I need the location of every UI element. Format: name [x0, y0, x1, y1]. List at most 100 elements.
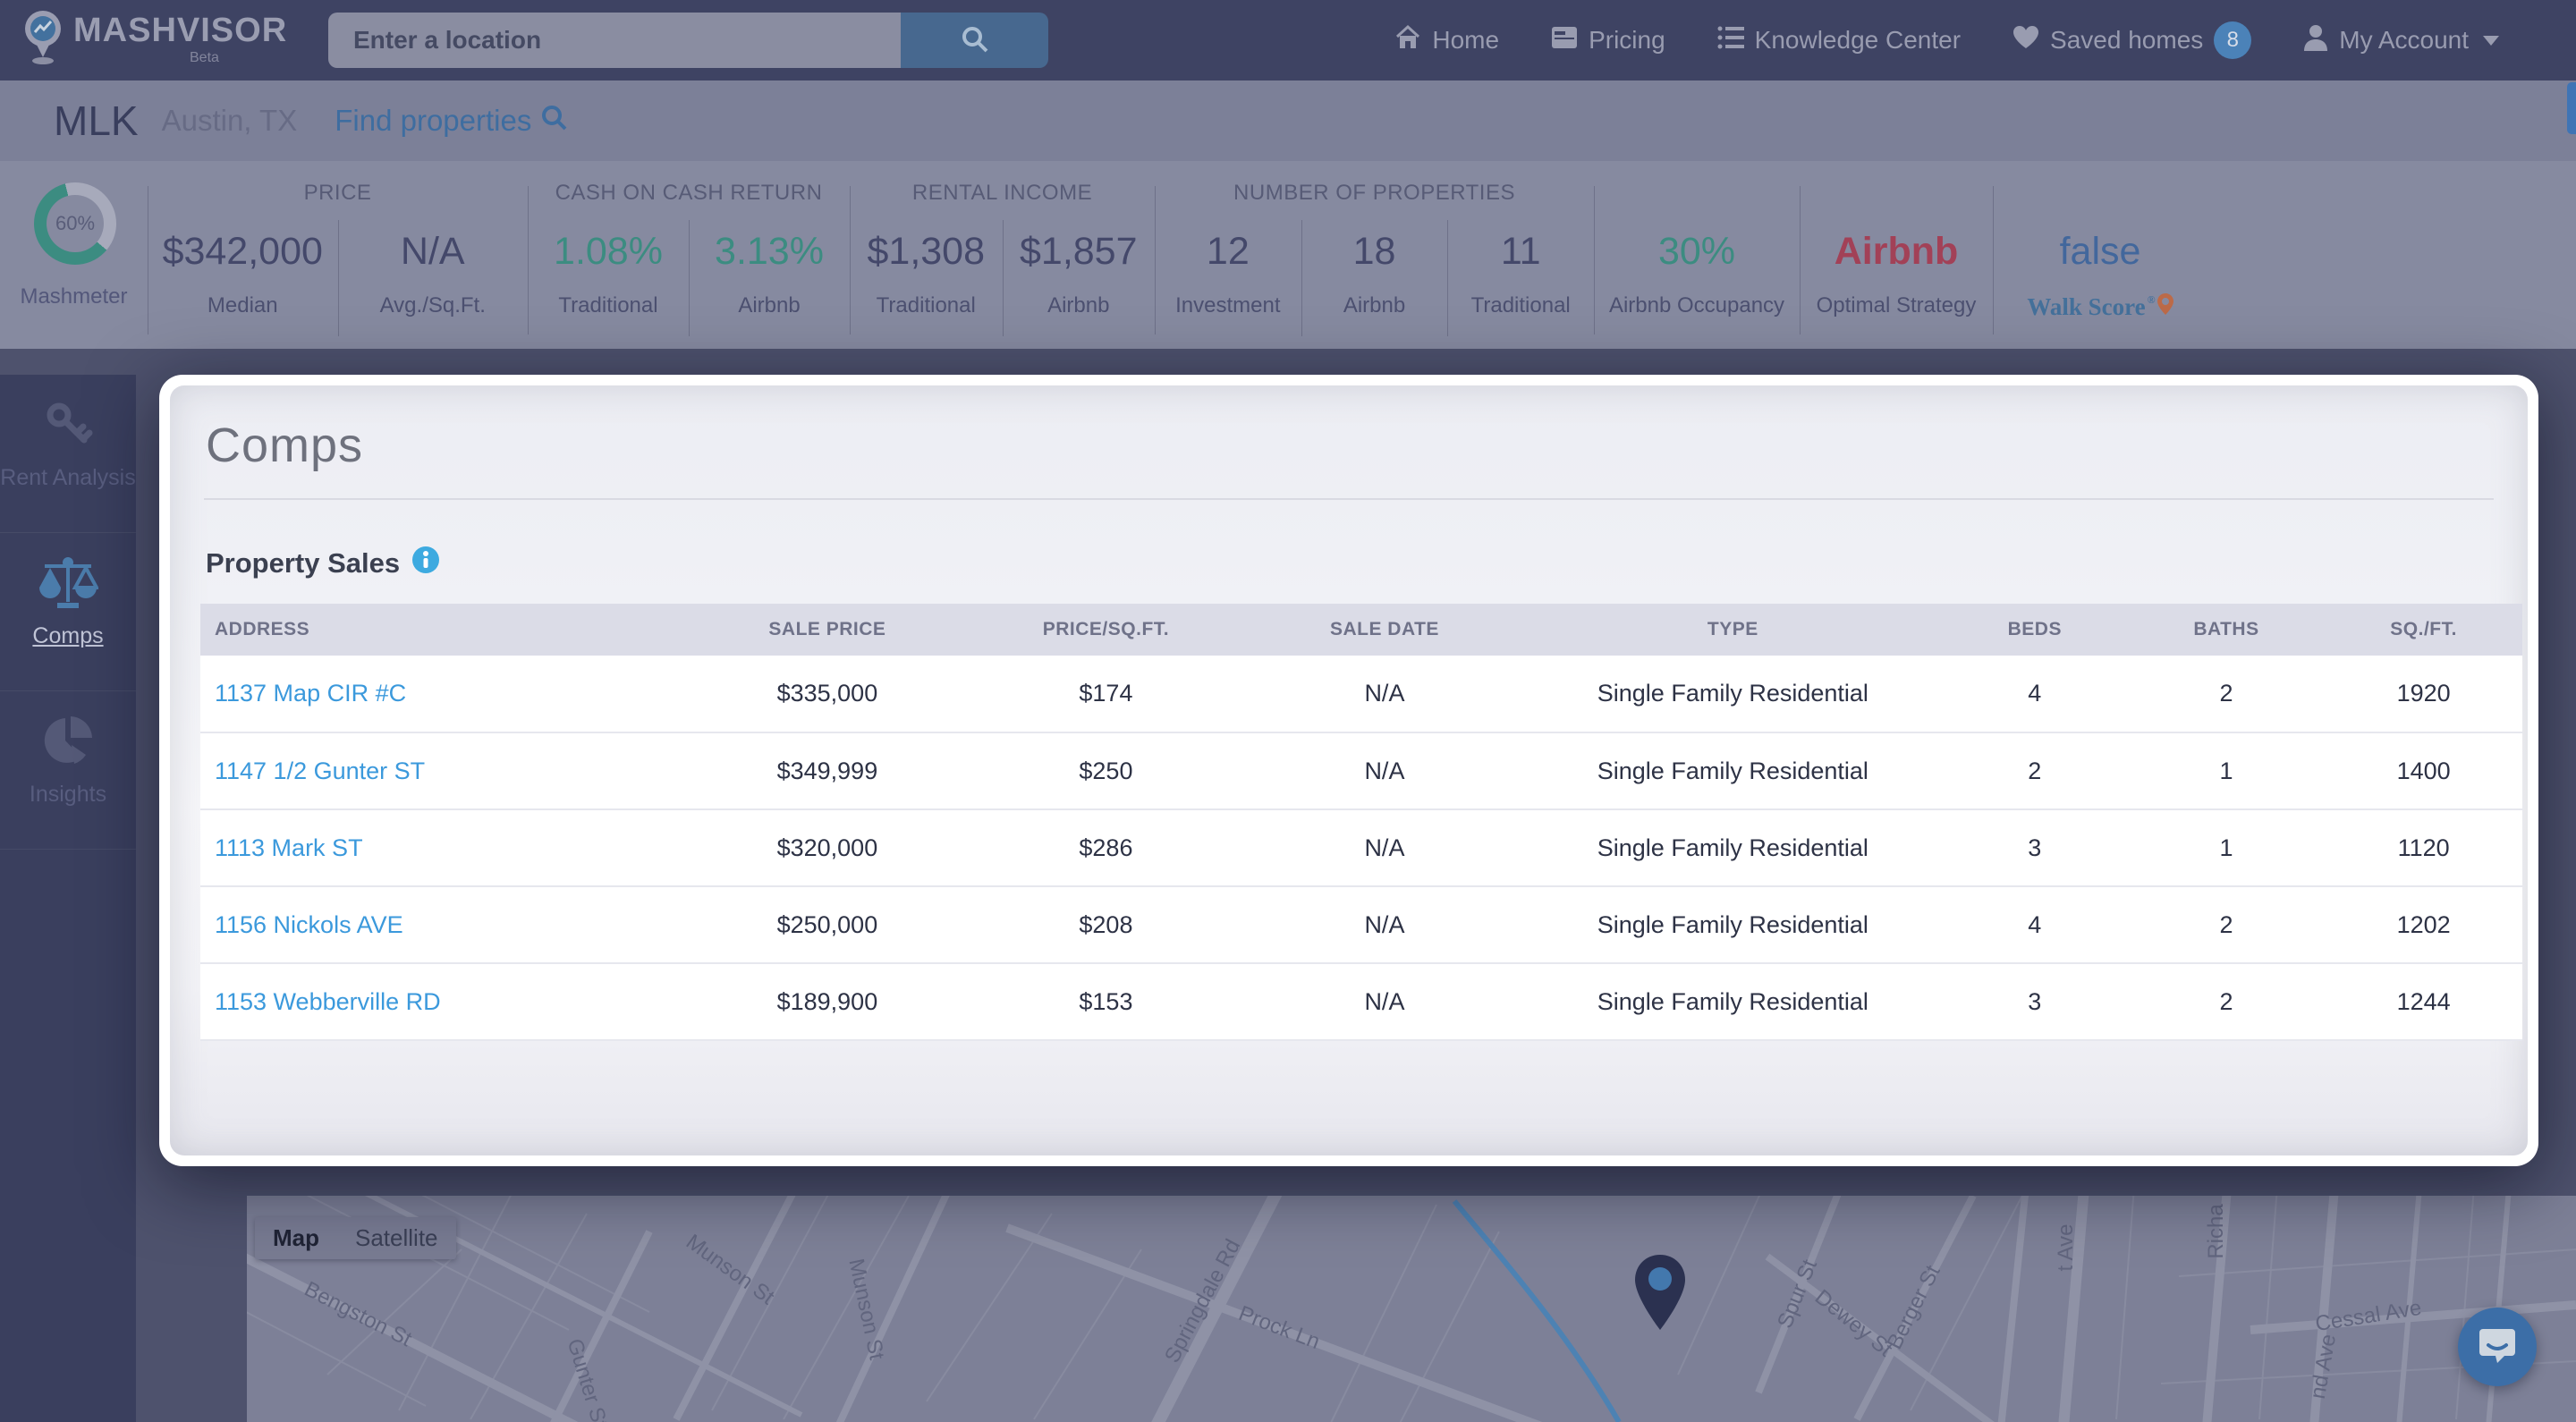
nav-item-label: Saved homes — [2050, 26, 2204, 54]
stat-label: Avg./Sq.Ft. — [379, 293, 486, 317]
stat-value: 18 — [1352, 229, 1396, 273]
chat-bubble-icon — [2478, 1325, 2517, 1369]
heart-icon — [2012, 25, 2039, 56]
logo-pin-icon — [25, 9, 61, 64]
stat-value: $342,000 — [162, 229, 323, 273]
page-scrollbar-thumb[interactable] — [2567, 82, 2576, 134]
saved-homes-count-badge: 8 — [2214, 21, 2252, 59]
street-label: Richa — [2204, 1204, 2228, 1259]
property-address-link[interactable]: 1137 Map CIR #C — [215, 680, 406, 707]
neighborhood-header: MLK Austin, TX Find properties — [0, 80, 2576, 161]
nav-item-label: Pricing — [1589, 26, 1665, 54]
logo-wordmark: MASHVISOR — [73, 12, 288, 49]
stat-value: false — [2059, 229, 2141, 273]
location-pin-icon[interactable] — [1635, 1255, 1685, 1330]
sidebar-item-label: Rent Analysis — [0, 465, 136, 490]
col-sqft: SQ./FT. — [2325, 604, 2522, 656]
col-sale-date: SALE DATE — [1245, 604, 1524, 656]
nav-item-pricing[interactable]: Pricing — [1551, 26, 1665, 55]
search-icon — [540, 104, 567, 138]
sidebar-item-insights[interactable]: Insights — [0, 691, 136, 850]
key-icon — [41, 396, 95, 452]
mashmeter-value: 60% — [55, 212, 96, 234]
col-beds: BEDS — [1941, 604, 2128, 656]
mashvisor-app: MASHVISOR Beta Home Pricing — [0, 0, 2576, 1422]
page-location: Austin, TX — [161, 104, 298, 137]
logo-beta-tag: Beta — [190, 50, 219, 65]
table-row: 1153 Webberville RD $189,900 $153 N/A Si… — [200, 963, 2522, 1041]
col-baths: BATHS — [2127, 604, 2326, 656]
chevron-down-icon — [2483, 35, 2499, 46]
left-sidebar: Rent Analysis Comps Insights — [0, 375, 136, 1422]
property-address-link[interactable]: 1147 1/2 Gunter ST — [215, 758, 425, 784]
table-row: 1147 1/2 Gunter ST $349,999 $250 N/A Sin… — [200, 732, 2522, 810]
walk-score-logo[interactable]: Walk Score ® — [2027, 293, 2174, 321]
sidebar-item-comps[interactable]: Comps — [0, 533, 136, 691]
knowledge-center-icon — [1717, 25, 1744, 56]
pricing-icon — [1551, 26, 1578, 55]
user-icon — [2303, 24, 2328, 57]
nav-item-label: Knowledge Center — [1754, 26, 1962, 54]
pie-chart-icon — [42, 713, 94, 768]
table-header-row: ADDRESS SALE PRICE PRICE/SQ.FT. SALE DAT… — [200, 604, 2522, 656]
property-address-link[interactable]: 1156 Nickols AVE — [215, 911, 403, 938]
nav-item-label: Home — [1432, 26, 1500, 54]
nav-item-label: My Account — [2339, 26, 2469, 54]
comps-modal: Comps Property Sales ADDRESS SALE PRICE — [159, 375, 2538, 1166]
stat-group-walk-score: false Walk Score ® — [1993, 161, 2207, 349]
col-type: TYPE — [1523, 604, 1942, 656]
stat-value: Airbnb — [1834, 229, 1959, 273]
search-input[interactable] — [328, 13, 901, 68]
mashmeter-label: Mashmeter — [20, 284, 128, 309]
navbar-menu: Home Pricing Knowledge Center Saved home… — [1394, 0, 2499, 80]
col-address: ADDRESS — [200, 604, 689, 656]
stat-value: 3.13% — [715, 229, 824, 273]
nav-item-home[interactable]: Home — [1394, 24, 1499, 57]
satellite-button[interactable]: Satellite — [337, 1217, 456, 1259]
street-label: t Ave — [2054, 1223, 2078, 1272]
stat-label: Traditional — [876, 293, 976, 317]
stat-group-cash-on-cash: CASH ON CASH RETURN 1.08% Traditional 3.1… — [528, 161, 850, 349]
search-button[interactable] — [901, 13, 1048, 68]
property-address-link[interactable]: 1113 Mark ST — [215, 834, 363, 861]
page-title: MLK — [54, 97, 139, 144]
chat-launcher-button[interactable] — [2458, 1308, 2537, 1386]
stat-group-rental-income: RENTAL INCOME $1,308 Traditional $1,857 Ai… — [850, 161, 1155, 349]
stat-value: $1,857 — [1019, 229, 1138, 273]
table-row: 1137 Map CIR #C $335,000 $174 N/A Single… — [200, 656, 2522, 733]
property-address-link[interactable]: 1153 Webberville RD — [215, 988, 441, 1015]
search-icon — [960, 24, 990, 57]
stat-label: Traditional — [1470, 293, 1571, 317]
mashmeter: 60% Mashmeter — [0, 161, 148, 349]
stat-value: 11 — [1500, 229, 1541, 273]
property-sales-heading: Property Sales — [206, 546, 2492, 580]
top-navbar: MASHVISOR Beta Home Pricing — [0, 0, 2576, 80]
creek-line — [1452, 1199, 1622, 1422]
location-search — [328, 13, 1048, 68]
stat-label: Airbnb — [1047, 293, 1110, 317]
sidebar-item-label: Insights — [29, 782, 107, 807]
nav-item-knowledge-center[interactable]: Knowledge Center — [1717, 25, 1961, 56]
stat-label: Airbnb — [1343, 293, 1406, 317]
sidebar-item-rent-analysis[interactable]: Rent Analysis — [0, 375, 136, 533]
stat-value: N/A — [400, 229, 465, 273]
map-canvas[interactable]: Bengston St Munson St Gunter St Munson S… — [247, 1196, 2576, 1422]
nav-item-saved-homes[interactable]: Saved homes 8 — [2012, 21, 2252, 59]
stat-value: $1,308 — [867, 229, 986, 273]
stat-label: Traditional — [558, 293, 658, 317]
divider — [204, 498, 2494, 500]
stat-label: Median — [207, 293, 278, 317]
sidebar-item-label: Comps — [32, 623, 104, 648]
map-button[interactable]: Map — [255, 1217, 337, 1259]
map-type-control: Map Satellite — [255, 1217, 456, 1259]
find-properties-link[interactable]: Find properties — [335, 104, 567, 138]
stat-label: Optimal Strategy — [1816, 293, 1977, 317]
mashvisor-logo[interactable]: MASHVISOR — [25, 9, 287, 64]
stat-label: Airbnb Occupancy — [1608, 293, 1785, 317]
info-icon[interactable] — [412, 546, 440, 580]
stats-bar: 60% Mashmeter PRICE $342,000 Median N/A Av… — [0, 161, 2576, 349]
stat-label: Airbnb — [738, 293, 801, 317]
property-sales-table: ADDRESS SALE PRICE PRICE/SQ.FT. SALE DAT… — [200, 604, 2522, 1041]
home-icon — [1394, 24, 1421, 57]
nav-item-my-account[interactable]: My Account — [2303, 24, 2499, 57]
